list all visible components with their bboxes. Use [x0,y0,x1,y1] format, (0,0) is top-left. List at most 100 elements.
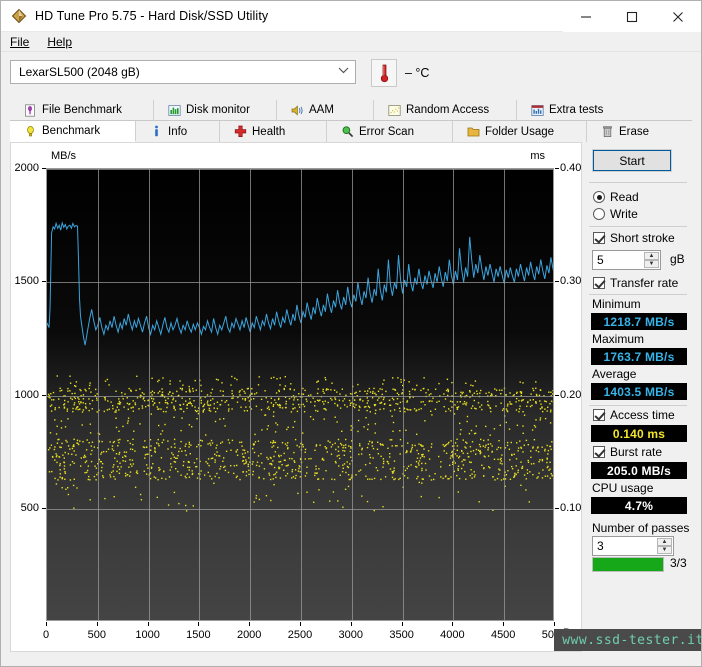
tab-extra-tests[interactable]: Extra tests [517,100,692,121]
y-axis-right-tick-mark [555,281,559,283]
divider [589,294,687,295]
tab-info[interactable]: Info [136,121,220,142]
average-value: 1403.5 MB/s [591,383,687,400]
y-axis-left-tick-mark [42,394,46,396]
tab-erase[interactable]: Erase [587,121,692,142]
menu-help[interactable]: Help [38,33,81,51]
tab-bar: File Benchmark Disk monitor AAM Random A… [10,100,692,142]
tab-label: Error Scan [359,125,414,138]
file-benchmark-icon [25,103,35,117]
health-cross-icon [234,125,247,137]
y-axis-left-tick: 1500 [14,275,39,288]
hd-tune-pro-window: HD Tune Pro 5.75 - Hard Disk/SSD Utility… [0,0,702,667]
grid-line-horizontal [47,508,553,510]
toolbar: LexarSL500 (2048 gB) – °C [1,52,701,135]
tab-label: File Benchmark [42,104,122,116]
radio-write[interactable]: Write [593,207,638,221]
thermometer-icon[interactable] [371,59,397,87]
tab-folder-usage[interactable]: Folder Usage [453,121,587,142]
cpu-usage-value: 4.7% [591,497,687,514]
stepper-up-icon[interactable]: ▲ [657,538,672,546]
hdtune-diamond-icon [11,8,27,24]
cpu-usage-label: CPU usage [592,481,654,495]
x-axis-tick: 0 [42,629,50,641]
tab-label: Folder Usage [485,125,555,138]
y-axis-left-tick: 2000 [14,162,39,174]
menu-file[interactable]: File [1,33,38,51]
disk-monitor-icon [168,104,181,116]
tab-health[interactable]: Health [220,121,327,142]
info-icon [155,125,158,137]
tab-aam[interactable]: AAM [277,100,374,121]
chart-plot-area [46,168,554,621]
tab-file-benchmark[interactable]: File Benchmark [10,100,154,121]
tab-error-scan[interactable]: Error Scan [327,121,453,142]
x-axis-tick: 3000 [338,629,364,641]
checkbox-short-stroke-label: Short stroke [610,231,675,245]
x-axis-tick-mark [147,622,149,626]
checkbox-access-time-box [593,409,605,421]
random-access-icon [388,104,401,116]
grid-line-vertical [97,169,99,620]
tab-label: Extra tests [549,104,604,116]
maximum-value: 1763.7 MB/s [591,348,687,365]
x-axis-tick: 4000 [440,629,465,641]
grid-line-horizontal [47,282,553,284]
checkbox-transfer-rate[interactable]: Transfer rate [593,276,678,290]
tab-disk-monitor[interactable]: Disk monitor [154,100,277,121]
checkbox-transfer-rate-label: Transfer rate [610,276,679,290]
checkbox-access-time-label: Access time [610,408,675,422]
y-axis-right-tick: 0.40 [560,162,582,174]
drive-select[interactable]: LexarSL500 (2048 gB) [10,60,356,84]
stepper-up-icon[interactable]: ▲ [644,252,659,260]
x-axis-tick: 2500 [287,629,313,641]
benchmark-chart-panel: MB/s ms 2000 1500 1000 500 0.40 0.30 0.20 0.10… [10,142,701,652]
minimize-icon[interactable] [563,1,609,32]
y-axis-right-tick-mark [555,394,559,396]
y-axis-right-tick-mark [555,507,559,509]
checkbox-burst-rate[interactable]: Burst rate [593,445,662,459]
radio-read[interactable]: Read [593,190,639,204]
grid-line-vertical [351,169,353,620]
x-axis-tick-mark [300,622,301,626]
tab-benchmark[interactable]: Benchmark [10,121,136,142]
short-stroke-stepper[interactable]: 5 ▲ ▼ [592,250,661,270]
pass-progress-fill [593,558,663,571]
divider [589,405,687,406]
stepper-down-icon[interactable]: ▼ [657,546,672,554]
tab-label: Disk monitor [186,104,250,116]
x-axis-tick-mark [350,622,352,626]
menu-bar: File Help [1,32,701,52]
passes-stepper-arrows[interactable]: ▲ ▼ [657,538,672,554]
short-stroke-stepper-arrows[interactable]: ▲ ▼ [644,252,659,268]
grid-line-horizontal [47,169,553,170]
temperature-value: – °C [405,66,430,80]
start-button[interactable]: Start [592,149,672,172]
window-title: HD Tune Pro 5.75 - Hard Disk/SSD Utility [35,9,269,23]
x-axis-tick-mark [503,622,505,626]
access-time-value: 0.140 ms [591,425,687,442]
grid-line-horizontal [47,395,553,397]
short-stroke-value: 5 [597,253,604,267]
radio-write-label: Write [610,207,638,221]
passes-value: 3 [597,539,604,553]
tab-label: Benchmark [42,125,101,137]
checkbox-transfer-rate-box [593,277,605,289]
grid-line-vertical [199,169,201,620]
maximize-icon[interactable] [609,1,655,32]
close-icon[interactable] [655,1,701,32]
x-axis-tick: 2000 [236,629,262,641]
checkbox-access-time[interactable]: Access time [593,408,675,422]
folder-icon [467,127,480,137]
checkbox-short-stroke[interactable]: Short stroke [593,231,675,245]
tab-random-access[interactable]: Random Access [374,100,517,121]
divider [589,226,687,227]
stepper-down-icon[interactable]: ▼ [644,260,659,268]
extra-tests-icon [531,104,544,116]
x-axis-tick: 3500 [389,629,414,641]
magnifier-icon [342,126,354,138]
passes-stepper[interactable]: 3 ▲ ▼ [592,536,674,556]
start-button-label: Start [619,153,645,168]
y-axis-left-tick-mark [42,507,46,509]
tab-label: Random Access [406,104,490,116]
